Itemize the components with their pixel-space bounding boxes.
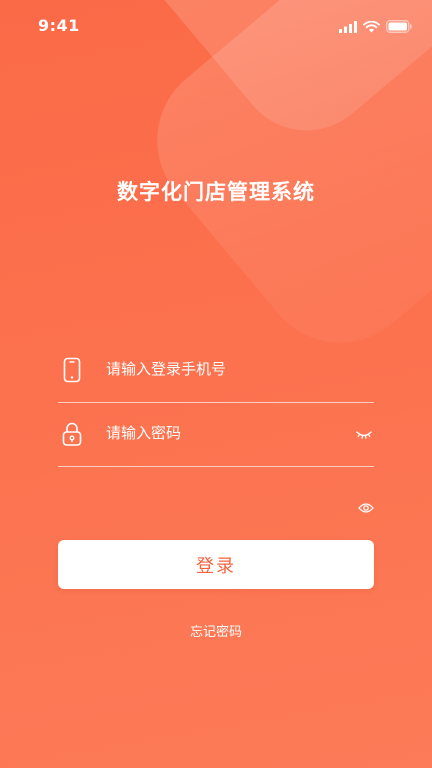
phone-input[interactable] [106, 352, 346, 386]
password-field [58, 402, 374, 467]
status-icons [339, 18, 412, 37]
battery-icon [386, 18, 412, 37]
app-title: 数字化门店管理系统 [117, 180, 315, 204]
status-time: 9:41 [38, 16, 80, 35]
forgot-password-link[interactable]: 忘记密码 [0, 621, 432, 640]
login-screen: 9:41 数字化门店管理系统 请输入登录手机号 登录 忘记密码 [0, 0, 432, 768]
lock-icon [62, 421, 82, 447]
login-button[interactable]: 登录 [58, 540, 374, 589]
wifi-icon [363, 18, 380, 37]
eye-closed-icon[interactable] [356, 426, 372, 439]
phone-field [58, 338, 374, 403]
signal-icon [339, 18, 357, 37]
password-input[interactable] [106, 416, 346, 450]
phone-icon [62, 357, 82, 383]
eye-icon[interactable] [358, 499, 374, 513]
status-bar: 9:41 [0, 0, 432, 50]
